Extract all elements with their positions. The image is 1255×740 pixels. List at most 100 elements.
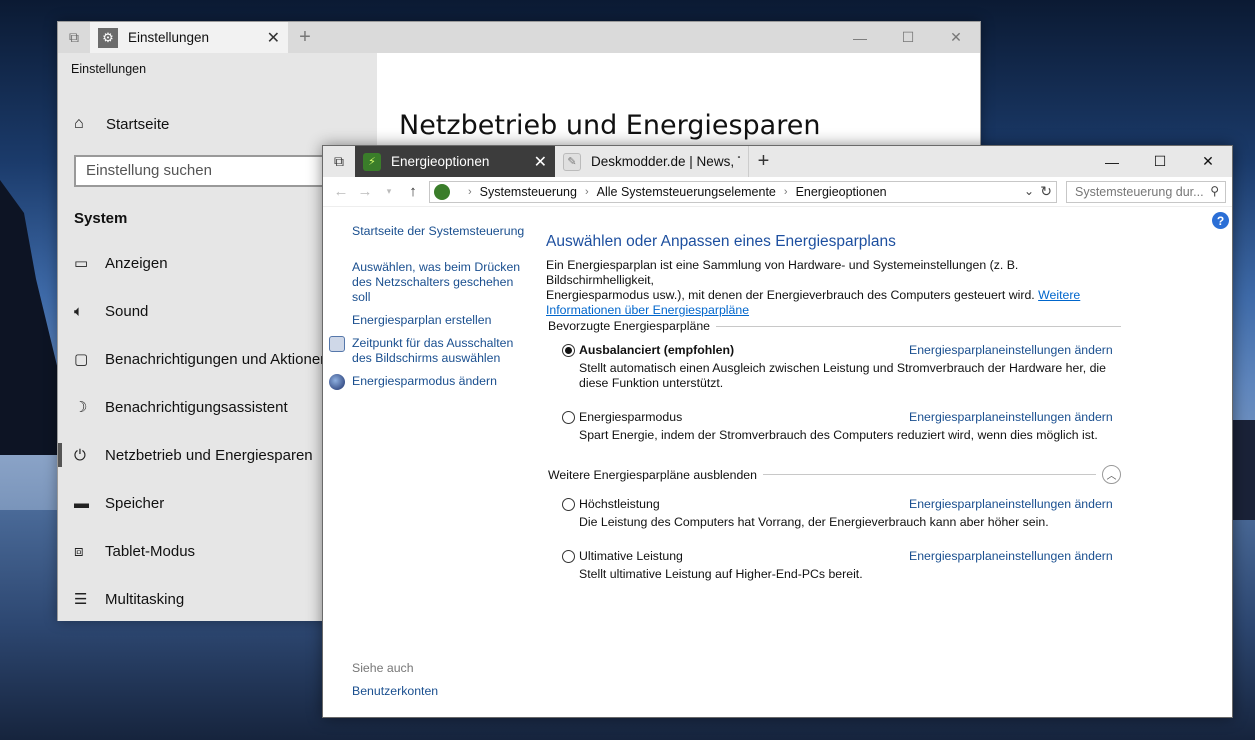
desktop-trees-right xyxy=(1232,420,1255,520)
group-title: System xyxy=(74,210,128,227)
tab-overview-icon[interactable]: ⧉ xyxy=(58,22,90,53)
section-label[interactable]: Weitere Energiesparpläne ausblenden xyxy=(548,468,757,482)
link-sleep-mode[interactable]: Energiesparmodus ändern xyxy=(329,374,497,390)
plan-desc-line: Stellt automatisch einen Ausgleich zwisc… xyxy=(579,361,1107,375)
more-info-link[interactable]: Weitere xyxy=(1038,288,1080,302)
new-tab-button[interactable]: + xyxy=(748,146,778,177)
close-tab-icon[interactable]: ✕ xyxy=(534,152,547,172)
nav-label: Tablet-Modus xyxy=(105,542,196,560)
radio-power-saver[interactable] xyxy=(562,410,575,424)
new-tab-button[interactable]: + xyxy=(288,22,322,53)
breadcrumb-item[interactable]: Alle Systemsteuerungselemente xyxy=(597,185,776,199)
multitasking-icon: ☰ xyxy=(74,591,88,608)
plan-power-saver: Energiesparmodus Energiesparplaneinstell… xyxy=(562,410,1113,443)
forward-button[interactable]: → xyxy=(353,183,377,200)
breadcrumb-item[interactable]: Systemsteuerung xyxy=(480,185,577,199)
back-button[interactable]: ← xyxy=(329,183,353,200)
link-display-off-label: Zeitpunkt für das Ausschalten xyxy=(352,336,514,350)
chevron-down-icon[interactable]: ⌄ xyxy=(1024,184,1034,198)
tab-energieoptionen[interactable]: ⚡ Energieoptionen ✕ xyxy=(355,146,555,177)
plan-balanced: Ausbalanciert (empfohlen) Energiesparpla… xyxy=(562,343,1113,391)
control-panel-window: ⧉ ⚡ Energieoptionen ✕ ✎ Deskmodder.de | … xyxy=(322,145,1233,718)
change-plan-link[interactable]: Energiesparplaneinstellungen ändern xyxy=(909,497,1113,511)
change-plan-link[interactable]: Energiesparplaneinstellungen ändern xyxy=(909,549,1113,563)
chevron-up-icon[interactable]: ︿ xyxy=(1102,465,1121,484)
clock-icon xyxy=(329,336,345,352)
breadcrumb-separator-icon: › xyxy=(468,185,472,198)
plan-high-performance: Höchstleistung Energiesparplaneinstellun… xyxy=(562,497,1113,530)
plan-desc: Stellt ultimative Leistung auf Higher-En… xyxy=(579,567,863,581)
radio-ultimate[interactable] xyxy=(562,549,575,563)
see-also-heading: Siehe auch xyxy=(352,661,414,675)
tab-deskmodder[interactable]: ✎ Deskmodder.de | News, Tip xyxy=(555,146,748,177)
search-icon: ⚲ xyxy=(1210,183,1219,198)
settings-titlebar: ⧉ ⚙ Einstellungen ✕ + — ☐ ✕ xyxy=(58,22,980,53)
link-cp-home[interactable]: Startseite der Systemsteuerung xyxy=(352,224,524,239)
link-create-plan[interactable]: Energiesparplan erstellen xyxy=(352,313,491,328)
monitor-icon: ▭ xyxy=(74,255,89,272)
breadcrumb-separator-icon: › xyxy=(783,185,788,198)
nav-label: Netzbetrieb und Energiesparen xyxy=(105,446,313,464)
power-icon: ⏻ xyxy=(74,446,86,464)
address-bar[interactable]: › Systemsteuerung › Alle Systemsteuerung… xyxy=(429,180,1057,203)
radio-high-performance[interactable] xyxy=(562,497,575,511)
control-panel-icon xyxy=(434,183,450,200)
nav-label: Sound xyxy=(105,302,149,320)
link-display-off[interactable]: Zeitpunkt für das Ausschalten xyxy=(329,336,514,352)
plan-desc: Spart Energie, indem der Stromverbrauch … xyxy=(579,428,1098,442)
tab-label: Energieoptionen xyxy=(391,154,490,169)
intro-text: Ein Energiesparplan ist eine Sammlung vo… xyxy=(546,258,1126,318)
tab-label: Einstellungen xyxy=(128,30,210,45)
change-plan-link[interactable]: Energiesparplaneinstellungen ändern xyxy=(909,410,1113,424)
search-placeholder: Systemsteuerung dur... xyxy=(1075,184,1204,199)
preferred-plans-section: Bevorzugte Energiesparpläne xyxy=(548,319,1121,333)
app-title: Einstellungen xyxy=(71,62,147,76)
up-button[interactable]: ↑ xyxy=(401,183,425,200)
breadcrumb-item[interactable]: Energieoptionen xyxy=(796,185,887,199)
maximize-button[interactable]: ☐ xyxy=(1136,146,1184,177)
nav-label: Multitasking xyxy=(105,590,185,608)
link-sleep-mode-label: Energiesparmodus ändern xyxy=(352,374,497,388)
recent-locations-icon[interactable]: ▾ xyxy=(377,186,401,197)
link-display-off[interactable]: des Bildschirms auswählen xyxy=(352,351,500,366)
hidden-plans-section: Weitere Energiesparpläne ausblenden ︿ xyxy=(548,465,1121,484)
more-info-link[interactable]: Informationen über Energiesparpläne xyxy=(546,303,749,317)
help-icon[interactable]: ? xyxy=(1212,212,1229,229)
link-power-button[interactable]: soll xyxy=(352,290,370,305)
nav-label: Benachrichtigungsassistent xyxy=(105,398,288,416)
plan-desc: Die Leistung des Computers hat Vorrang, … xyxy=(579,515,1049,529)
power-options-icon: ⚡ xyxy=(363,152,381,171)
close-button[interactable]: ✕ xyxy=(932,22,980,53)
section-label: Bevorzugte Energiesparpläne xyxy=(548,319,711,333)
window-controls: — ☐ ✕ xyxy=(1088,146,1232,177)
minimize-button[interactable]: — xyxy=(836,22,884,53)
nav-label: Speicher xyxy=(105,494,165,512)
breadcrumb-separator-icon: › xyxy=(584,185,589,198)
plan-ultimate: Ultimative Leistung Energiesparplaneinst… xyxy=(562,549,1113,582)
cp-search-input[interactable]: Systemsteuerung dur... ⚲ xyxy=(1066,180,1226,203)
moon-icon xyxy=(329,374,345,390)
refresh-icon[interactable]: ↻ xyxy=(1040,183,1052,200)
home-icon: ⌂ xyxy=(74,115,84,132)
divider xyxy=(716,325,1121,327)
link-power-button[interactable]: des Netzschalters geschehen xyxy=(352,275,513,290)
change-plan-link[interactable]: Energiesparplaneinstellungen ändern xyxy=(909,343,1113,357)
close-tab-icon[interactable]: ✕ xyxy=(267,28,280,48)
close-button[interactable]: ✕ xyxy=(1184,146,1232,177)
radio-balanced[interactable] xyxy=(562,343,575,357)
address-toolbar: ← → ▾ ↑ › Systemsteuerung › Alle Systems… xyxy=(323,177,1232,207)
notification-icon: ▢ xyxy=(74,351,89,368)
tab-label: Deskmodder.de | News, Tip xyxy=(591,154,740,169)
tablet-icon: ⧈ xyxy=(74,542,84,560)
maximize-button[interactable]: ☐ xyxy=(884,22,932,53)
link-power-button[interactable]: Auswählen, was beim Drücken xyxy=(352,260,520,275)
home-link[interactable]: ⌂ Startseite xyxy=(74,115,169,133)
minimize-button[interactable]: — xyxy=(1088,146,1136,177)
gear-icon: ⚙ xyxy=(98,27,118,48)
tab-overview-icon[interactable]: ⧉ xyxy=(323,146,355,177)
pencil-icon: ✎ xyxy=(563,152,581,171)
tab-settings[interactable]: ⚙ Einstellungen ✕ xyxy=(90,22,288,53)
intro-line: Energiesparmodus usw.), mit denen der En… xyxy=(546,288,1039,302)
link-user-accounts[interactable]: Benutzerkonten xyxy=(352,684,438,698)
home-label: Startseite xyxy=(106,115,170,133)
